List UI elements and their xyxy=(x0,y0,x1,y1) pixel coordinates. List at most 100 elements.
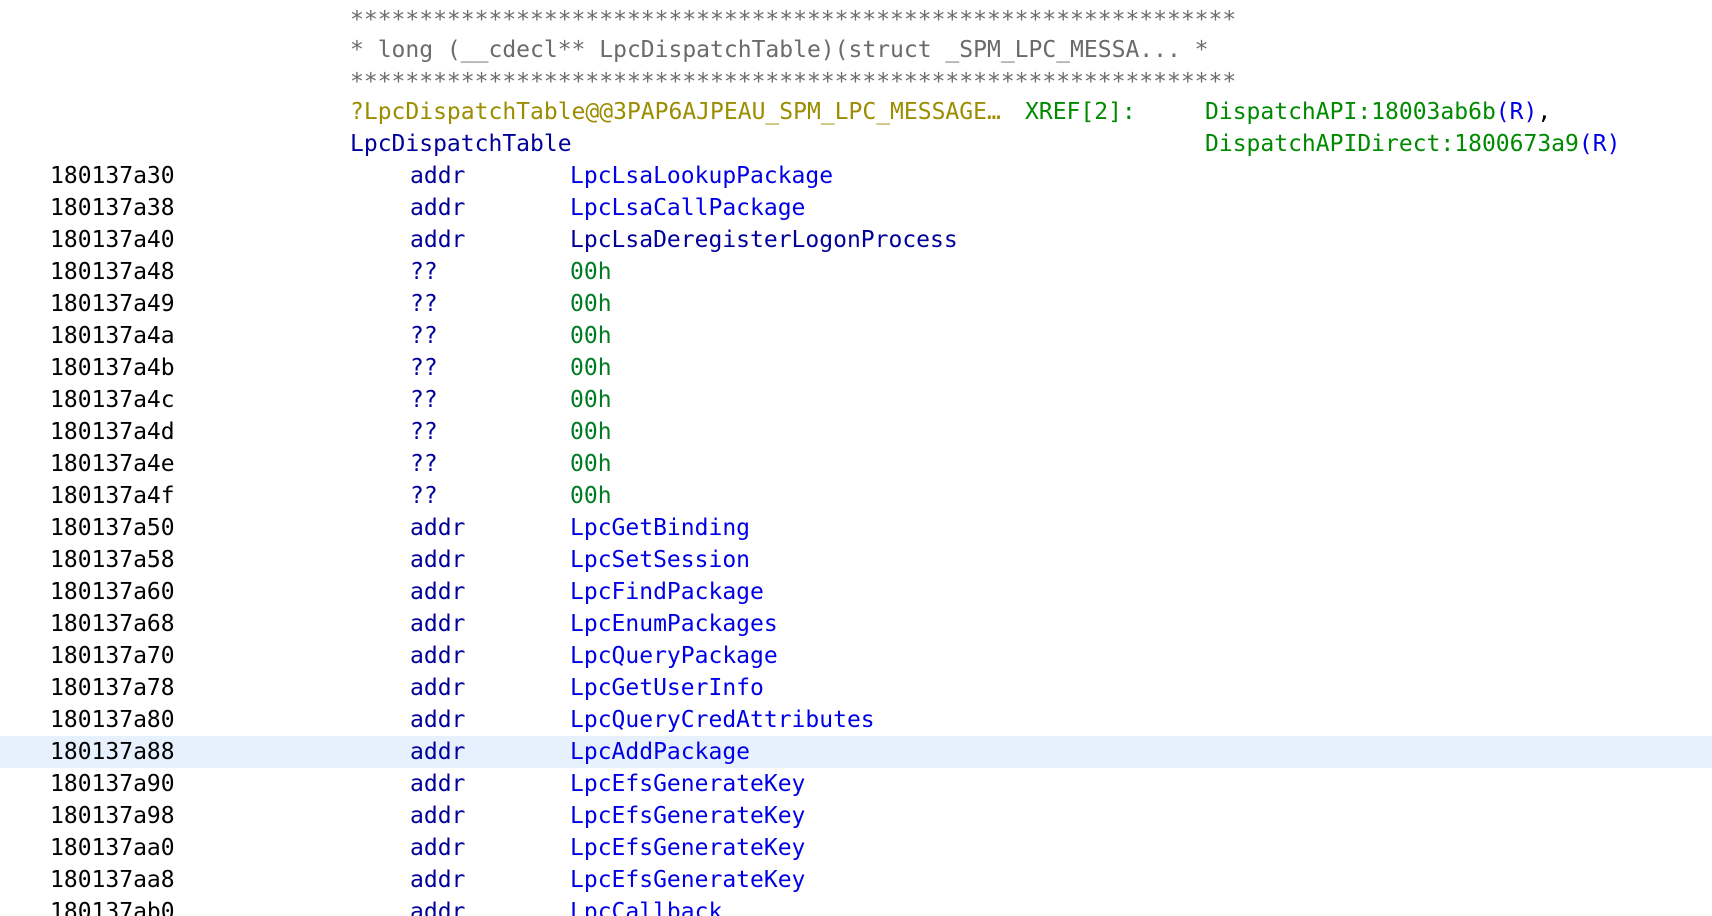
row-function-ref[interactable]: LpcLsaLookupPackage xyxy=(570,160,833,192)
row-mnemonic[interactable]: addr xyxy=(410,672,465,704)
table-row[interactable]: 180137a30 addr LpcLsaLookupPackage xyxy=(0,160,1712,192)
row-mnemonic[interactable]: addr xyxy=(410,512,465,544)
row-mnemonic[interactable]: ?? xyxy=(410,448,438,480)
row-function-ref[interactable]: LpcSetSession xyxy=(570,544,750,576)
row-function-ref[interactable]: LpcEnumPackages xyxy=(570,608,778,640)
table-row[interactable]: 180137a40 addr LpcLsaDeregisterLogonProces… xyxy=(0,224,1712,256)
table-row[interactable]: 180137a60 addr LpcFindPackage xyxy=(0,576,1712,608)
table-row[interactable]: 180137a50 addr LpcGetBinding xyxy=(0,512,1712,544)
row-function-ref[interactable]: LpcGetBinding xyxy=(570,512,750,544)
row-address[interactable]: 180137a58 xyxy=(50,544,175,576)
row-function-ref[interactable]: LpcEfsGenerateKey xyxy=(570,768,805,800)
row-function-ref[interactable]: LpcLsaCallPackage xyxy=(570,192,805,224)
row-mnemonic[interactable]: addr xyxy=(410,704,465,736)
row-function-ref[interactable]: LpcFindPackage xyxy=(570,576,764,608)
row-mnemonic[interactable]: addr xyxy=(410,576,465,608)
row-address[interactable]: 180137a98 xyxy=(50,800,175,832)
row-address[interactable]: 180137a78 xyxy=(50,672,175,704)
table-row[interactable]: 180137a78 addr LpcGetUserInfo xyxy=(0,672,1712,704)
table-row[interactable]: 180137a4e?? 00h xyxy=(0,448,1712,480)
table-row[interactable]: 180137a68 addr LpcEnumPackages xyxy=(0,608,1712,640)
row-mnemonic[interactable]: ?? xyxy=(410,416,438,448)
row-value[interactable]: 00h xyxy=(570,480,612,512)
row-value[interactable]: 00h xyxy=(570,352,612,384)
row-value[interactable]: 00h xyxy=(570,320,612,352)
row-mnemonic[interactable]: addr xyxy=(410,800,465,832)
row-mnemonic[interactable]: addr xyxy=(410,608,465,640)
row-mnemonic[interactable]: ?? xyxy=(410,352,438,384)
table-row[interactable]: 180137a49?? 00h xyxy=(0,288,1712,320)
row-mnemonic[interactable]: ?? xyxy=(410,288,438,320)
table-row[interactable]: 180137a90 addr LpcEfsGenerateKey xyxy=(0,768,1712,800)
table-row[interactable]: 180137a70 addr LpcQueryPackage xyxy=(0,640,1712,672)
row-address[interactable]: 180137a4b xyxy=(50,352,175,384)
row-mnemonic[interactable]: addr xyxy=(410,768,465,800)
row-address[interactable]: 180137ab0 xyxy=(50,896,175,916)
row-mnemonic[interactable]: ?? xyxy=(410,256,438,288)
table-row[interactable]: 180137a88 addr LpcAddPackage xyxy=(0,736,1712,768)
row-mnemonic[interactable]: addr xyxy=(410,160,465,192)
row-function-ref[interactable]: LpcEfsGenerateKey xyxy=(570,800,805,832)
row-value[interactable]: 00h xyxy=(570,416,612,448)
table-row[interactable]: 180137a4c?? 00h xyxy=(0,384,1712,416)
row-address[interactable]: 180137a4f xyxy=(50,480,175,512)
table-row[interactable]: 180137a38 addr LpcLsaCallPackage xyxy=(0,192,1712,224)
row-function-ref[interactable]: LpcEfsGenerateKey xyxy=(570,832,805,864)
row-address[interactable]: 180137a4a xyxy=(50,320,175,352)
mangled-symbol[interactable]: ?LpcDispatchTable@@3PAP6AJPEAU_SPM_LPC_M… xyxy=(350,96,1001,128)
row-address[interactable]: 180137a40 xyxy=(50,224,175,256)
row-address[interactable]: 180137a38 xyxy=(50,192,175,224)
xref-item-dispatchapidirect[interactable]: DispatchAPIDirect:1800673a9(R) xyxy=(1205,128,1620,160)
row-address[interactable]: 180137a70 xyxy=(50,640,175,672)
row-address[interactable]: 180137a88 xyxy=(50,736,175,768)
row-mnemonic[interactable]: addr xyxy=(410,896,465,916)
table-row[interactable]: 180137ab0 addr LpcCallback xyxy=(0,896,1712,916)
row-function-ref[interactable]: LpcGetUserInfo xyxy=(570,672,764,704)
row-mnemonic[interactable]: addr xyxy=(410,544,465,576)
table-row[interactable]: 180137a4b?? 00h xyxy=(0,352,1712,384)
row-address[interactable]: 180137aa8 xyxy=(50,864,175,896)
table-row[interactable]: 180137a98 addr LpcEfsGenerateKey xyxy=(0,800,1712,832)
table-row[interactable]: 180137a4f?? 00h xyxy=(0,480,1712,512)
row-address[interactable]: 180137a4c xyxy=(50,384,175,416)
row-address[interactable]: 180137a49 xyxy=(50,288,175,320)
row-address[interactable]: 180137a48 xyxy=(50,256,175,288)
table-row[interactable]: 180137a4d?? 00h xyxy=(0,416,1712,448)
row-value[interactable]: 00h xyxy=(570,384,612,416)
row-function-ref[interactable]: LpcQueryPackage xyxy=(570,640,778,672)
row-mnemonic[interactable]: ?? xyxy=(410,480,438,512)
table-row[interactable]: 180137a80 addr LpcQueryCredAttributes xyxy=(0,704,1712,736)
row-address[interactable]: 180137aa0 xyxy=(50,832,175,864)
row-address[interactable]: 180137a90 xyxy=(50,768,175,800)
table-row[interactable]: 180137aa8 addr LpcEfsGenerateKey xyxy=(0,864,1712,896)
xref-item-dispatchapi[interactable]: DispatchAPI:18003ab6b(R), xyxy=(1205,96,1551,128)
row-value[interactable]: 00h xyxy=(570,448,612,480)
row-address[interactable]: 180137a80 xyxy=(50,704,175,736)
row-function-ref[interactable]: LpcCallback xyxy=(570,896,722,916)
row-mnemonic[interactable]: addr xyxy=(410,864,465,896)
row-mnemonic[interactable]: addr xyxy=(410,224,465,256)
row-mnemonic[interactable]: ?? xyxy=(410,384,438,416)
table-row[interactable]: 180137a4a?? 00h xyxy=(0,320,1712,352)
row-value[interactable]: 00h xyxy=(570,288,612,320)
row-function-ref[interactable]: LpcQueryCredAttributes xyxy=(570,704,875,736)
row-address[interactable]: 180137a68 xyxy=(50,608,175,640)
row-function-ref[interactable]: LpcAddPackage xyxy=(570,736,750,768)
row-mnemonic[interactable]: addr xyxy=(410,832,465,864)
table-label[interactable]: LpcDispatchTable xyxy=(350,128,572,160)
row-function-ref[interactable]: LpcEfsGenerateKey xyxy=(570,864,805,896)
table-row[interactable]: 180137a58 addr LpcSetSession xyxy=(0,544,1712,576)
row-mnemonic[interactable]: ?? xyxy=(410,320,438,352)
row-address[interactable]: 180137a50 xyxy=(50,512,175,544)
row-address[interactable]: 180137a30 xyxy=(50,160,175,192)
row-mnemonic[interactable]: addr xyxy=(410,192,465,224)
row-mnemonic[interactable]: addr xyxy=(410,640,465,672)
row-value[interactable]: 00h xyxy=(570,256,612,288)
row-address[interactable]: 180137a4d xyxy=(50,416,175,448)
row-function-ref[interactable]: LpcLsaDeregisterLogonProcess xyxy=(570,224,958,256)
row-mnemonic[interactable]: addr xyxy=(410,736,465,768)
table-row[interactable]: 180137aa0 addr LpcEfsGenerateKey xyxy=(0,832,1712,864)
row-address[interactable]: 180137a4e xyxy=(50,448,175,480)
table-row[interactable]: 180137a48?? 00h xyxy=(0,256,1712,288)
row-address[interactable]: 180137a60 xyxy=(50,576,175,608)
